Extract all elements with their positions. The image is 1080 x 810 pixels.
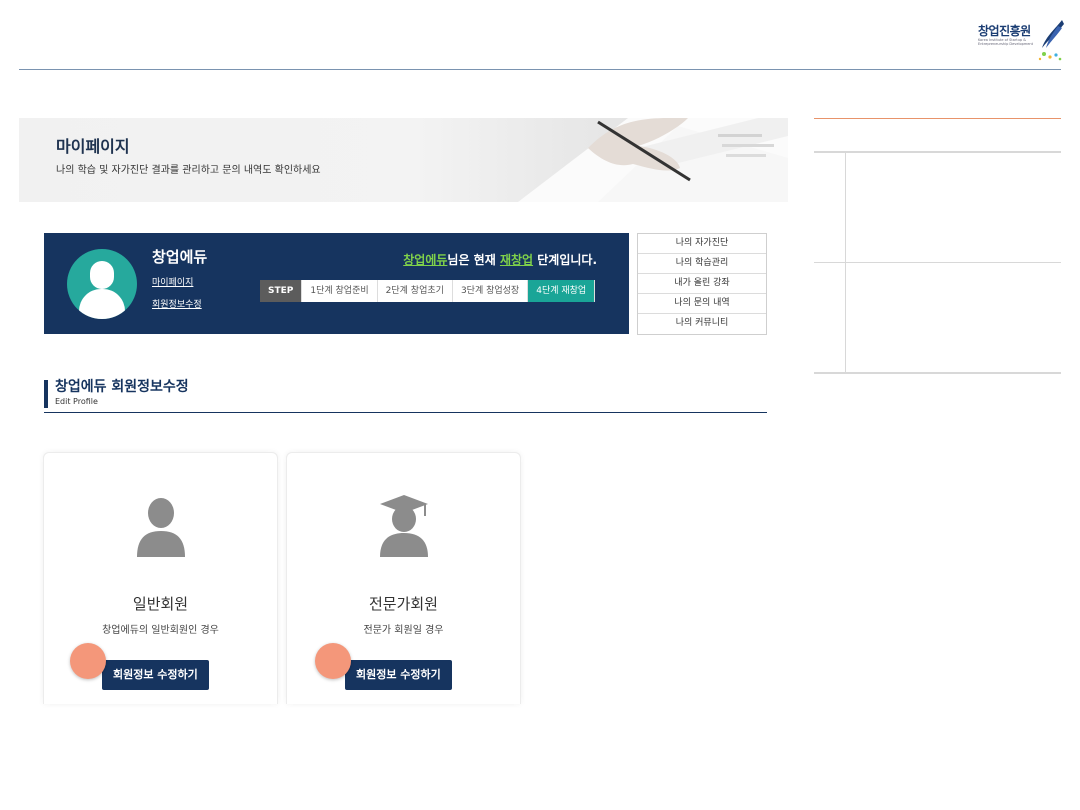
- status-stage: 재창업: [499, 253, 534, 267]
- graduate-icon: [379, 495, 428, 557]
- mypage-link[interactable]: 마이페이지: [152, 275, 193, 288]
- profile-card: 창업에듀 마이페이지 회원정보수정 창업에듀님은 현재 재창업 단계입니다. S…: [44, 233, 629, 334]
- step-1: 1단계 창업준비: [302, 280, 378, 302]
- right-panel-row-divider: [814, 262, 1061, 263]
- quick-menu-community[interactable]: 나의 커뮤니티: [638, 314, 766, 334]
- general-member-title: 일반회원: [132, 595, 189, 613]
- avatar-head-icon: [90, 261, 114, 289]
- annotation-dot: [315, 643, 351, 679]
- page-subtitle: 나의 학습 및 자가진단 결과를 관리하고 문의 내역도 확인하세요: [56, 165, 321, 176]
- section-accent-bar: [44, 380, 48, 408]
- general-member-desc: 창업에듀의 일반회원인 경우: [102, 625, 219, 636]
- profile-status: 창업에듀님은 현재 재창업 단계입니다.: [403, 251, 597, 268]
- page: 창업진흥원 Korea Institute of Startup & Entre…: [0, 0, 1080, 810]
- quick-menu-learning[interactable]: 나의 학습관리: [638, 254, 766, 274]
- section-subtitle: Edit Profile: [55, 397, 98, 406]
- avatar: [67, 249, 137, 319]
- step-2: 2단계 창업초기: [377, 280, 453, 302]
- quick-menu-self-diagnosis[interactable]: 나의 자가진단: [638, 234, 766, 254]
- status-mid-text: 님은 현재: [447, 253, 500, 267]
- section-title: 창업에듀 회원정보수정: [55, 379, 189, 395]
- section-divider: [44, 412, 767, 413]
- step-label: STEP: [260, 280, 303, 302]
- profile-name: 창업에듀: [152, 248, 208, 266]
- right-panel-header-divider: [814, 151, 1061, 153]
- right-panel-top-divider: [814, 118, 1061, 119]
- expert-member-title: 전문가회원: [368, 595, 438, 613]
- page-banner: 마이페이지 나의 학습 및 자가진단 결과를 관리하고 문의 내역도 확인하세요: [19, 118, 788, 202]
- expert-member-desc: 전문가 회원일 경우: [363, 625, 444, 636]
- banner-writing-hand-image: [518, 118, 788, 202]
- quick-menu-my-courses[interactable]: 내가 올린 강좌: [638, 274, 766, 294]
- quick-menu-inquiries[interactable]: 나의 문의 내역: [638, 294, 766, 314]
- header-divider: [19, 69, 1061, 70]
- step-4-active: 4단계 재창업: [528, 280, 596, 302]
- logo-swoosh-icon: [1038, 20, 1064, 61]
- step-3: 3단계 창업성장: [452, 280, 529, 302]
- logo-subtext: Korea Institute of Startup & Entrepreneu…: [978, 38, 1033, 46]
- logo-text: 창업진흥원: [978, 24, 1031, 38]
- logo[interactable]: 창업진흥원 Korea Institute of Startup & Entre…: [978, 18, 1066, 64]
- page-title: 마이페이지: [56, 137, 130, 156]
- step-progress: STEP 1단계 창업준비 2단계 창업초기 3단계 창업성장 4단계 재창업: [260, 280, 596, 302]
- annotation-dot: [70, 643, 106, 679]
- right-panel-bottom-divider: [814, 372, 1061, 374]
- general-member-edit-button[interactable]: 회원정보 수정하기: [102, 660, 209, 690]
- right-panel-column-divider: [845, 153, 846, 372]
- avatar-body-icon: [79, 289, 125, 319]
- expert-member-edit-button[interactable]: 회원정보 수정하기: [345, 660, 452, 690]
- edit-profile-link[interactable]: 회원정보수정: [152, 297, 202, 310]
- person-icon: [136, 498, 185, 557]
- status-suffix-text: 단계입니다.: [533, 253, 597, 267]
- status-username: 창업에듀: [403, 253, 448, 267]
- quick-menu: 나의 자가진단 나의 학습관리 내가 올린 강좌 나의 문의 내역 나의 커뮤니…: [637, 233, 767, 335]
